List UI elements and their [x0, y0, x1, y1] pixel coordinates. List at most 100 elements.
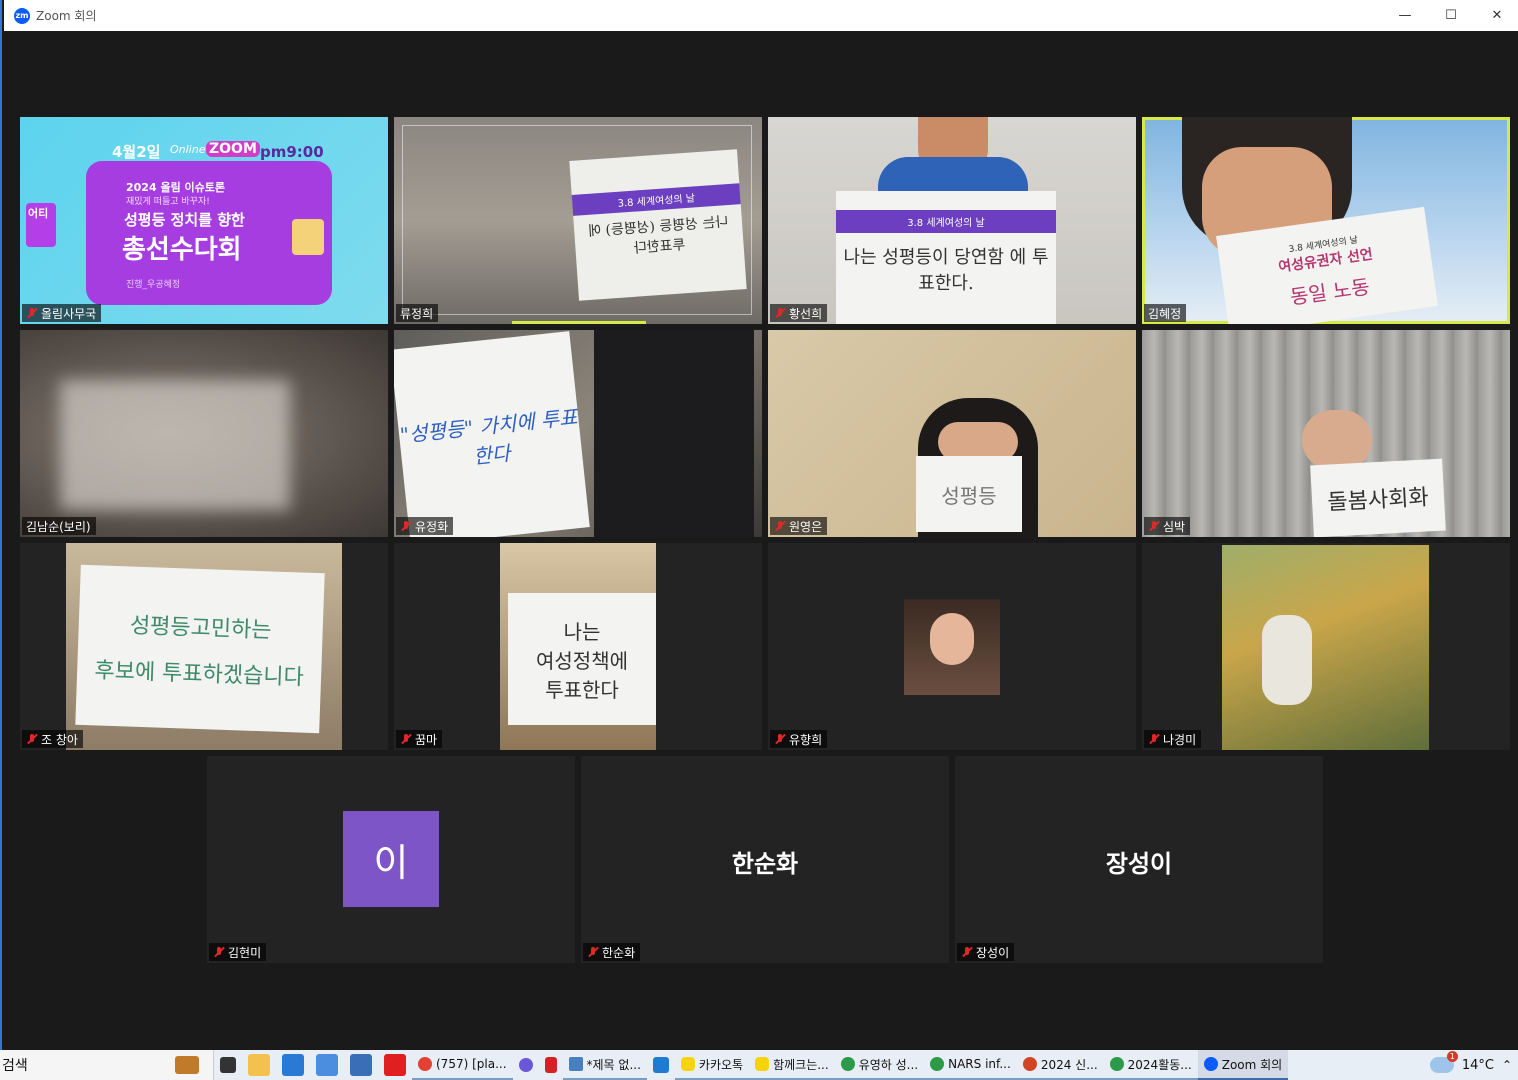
- video-tile[interactable]: 돌봄사회화 심박: [1142, 330, 1510, 537]
- close-button[interactable]: ✕: [1474, 0, 1518, 31]
- zoom-logo-icon: zm: [14, 7, 30, 24]
- participant-name: 유정화: [415, 519, 449, 534]
- muted-mic-icon: [1148, 520, 1160, 532]
- chrome-icon: [1109, 1057, 1124, 1071]
- apps-icon[interactable]: [316, 1054, 338, 1076]
- video-tile[interactable]: 3.8 세계여성의 날 나는 성평등 (성평등) 에 투표한다 류정희: [394, 117, 762, 324]
- sign-text-line-2: 여성정책에: [536, 648, 628, 673]
- participant-name: 김혜정: [1148, 306, 1182, 321]
- taskbar-item[interactable]: NARS inf...: [924, 1050, 1017, 1080]
- muted-mic-icon: [961, 946, 973, 958]
- participant-name-tag: 김남순(보리): [22, 517, 96, 535]
- participant-name-tag: 심박: [1144, 517, 1191, 535]
- taskbar-search[interactable]: 검색: [0, 1050, 214, 1080]
- window-controls: — ☐ ✕: [1382, 0, 1518, 31]
- participant-name-tag: 류정희: [396, 304, 439, 322]
- taskbar-item-label: NARS inf...: [948, 1057, 1011, 1071]
- store-icon[interactable]: [282, 1054, 304, 1076]
- mail-icon[interactable]: [350, 1054, 372, 1076]
- muted-mic-icon: [587, 946, 599, 958]
- video-tile[interactable]: 유향희: [768, 543, 1136, 750]
- chrome-icon: [930, 1057, 945, 1071]
- muted-mic-icon: [213, 946, 225, 958]
- muted-mic-icon: [26, 307, 38, 319]
- poster-online: Online: [170, 143, 206, 156]
- participant-name: 심박: [1163, 519, 1186, 534]
- poster-card: 2024 올림 이슈토론 재밌게 떠들고 바꾸자! 성평등 정치를 향한 총선수…: [86, 161, 332, 305]
- video-gallery: 어티 4월2일 Online ZOOM pm9:00 2024 올림 이슈토론 …: [4, 31, 1518, 1050]
- taskbar-item-label: Zoom 회의: [1221, 1057, 1283, 1072]
- taskbar-item[interactable]: 2024활동...: [1103, 1050, 1198, 1080]
- video-tile[interactable]: 성평등 원영은: [768, 330, 1136, 537]
- minimize-button[interactable]: —: [1382, 0, 1428, 31]
- taskbar-item[interactable]: (757) [pla...: [412, 1050, 513, 1080]
- video-tile[interactable]: 이 김현미: [207, 756, 575, 963]
- taskbar-item[interactable]: 2024 신...: [1016, 1050, 1104, 1080]
- taskbar-item-label: 2024 신...: [1040, 1057, 1098, 1072]
- participant-name-tag: 조 창아: [22, 730, 83, 748]
- taskbar-item-label: 카카오톡: [698, 1057, 744, 1072]
- file-explorer-icon[interactable]: [248, 1054, 270, 1076]
- netflix-icon[interactable]: [544, 1057, 557, 1073]
- taskbar-item-label: *제목 없...: [586, 1057, 641, 1072]
- profile-picture-painting: [1222, 545, 1429, 750]
- poster-line-4: 총선수다회: [122, 235, 242, 265]
- taskbar-item[interactable]: 함께크는...: [749, 1050, 835, 1080]
- profile-picture: [904, 599, 1000, 695]
- video-tile-active-speaker[interactable]: 3.8 세계여성의 날 여성유권자 선언 동일 노동 김혜정: [1142, 117, 1510, 324]
- youtube-icon[interactable]: [384, 1054, 406, 1076]
- video-tile[interactable]: 장성이 장성이: [955, 756, 1323, 963]
- maximize-button[interactable]: ☐: [1428, 0, 1474, 31]
- taskbar-item[interactable]: *제목 없...: [562, 1050, 647, 1080]
- video-tile[interactable]: 나경미: [1142, 543, 1510, 750]
- video-tile[interactable]: "성평등" 가치에 투표한다 유정화: [394, 330, 762, 537]
- participant-name: 올림사무국: [41, 306, 97, 321]
- avatar: 이: [343, 811, 439, 907]
- window-title: Zoom 회의: [36, 9, 97, 23]
- participant-face: [1302, 410, 1372, 470]
- task-view-icon[interactable]: [220, 1057, 236, 1073]
- painting-figure: [1262, 615, 1312, 705]
- taskbar-item[interactable]: 유영하 성...: [834, 1050, 925, 1080]
- taskbar-item-active[interactable]: Zoom 회의: [1197, 1050, 1289, 1080]
- participant-name-tag: 김혜정: [1144, 304, 1187, 322]
- video-tile[interactable]: 어티 4월2일 Online ZOOM pm9:00 2024 올림 이슈토론 …: [20, 117, 388, 324]
- video-tile[interactable]: 한순화 한순화: [581, 756, 949, 963]
- kakaotalk-icon: [680, 1057, 695, 1071]
- poster-line-5: 진행_우공혜정: [126, 280, 181, 290]
- poster-line-2: 재밌게 떠들고 바꾸자!: [126, 197, 210, 207]
- snipping-tool-icon[interactable]: [652, 1057, 669, 1073]
- poster-time: pm9:00: [260, 143, 324, 161]
- briefcase-icon: [175, 1056, 199, 1074]
- participant-name: 황선희: [789, 306, 823, 321]
- held-sign: 3.8 세계여성의 날 나는 성평등이 당연함 에 투표한다.: [836, 191, 1056, 324]
- participant-name: 원영은: [789, 519, 823, 534]
- video-tile[interactable]: 3.8 세계여성의 날 나는 성평등이 당연함 에 투표한다. 황선희: [768, 117, 1136, 324]
- video-tile[interactable]: 성평등고민하는 후보에 투표하겠습니다 조 창아: [20, 543, 388, 750]
- participant-display-name: 한순화: [731, 850, 799, 878]
- poster-side-label: 어티: [26, 203, 56, 247]
- muted-mic-icon: [1148, 733, 1160, 745]
- poster-date: 4월2일: [112, 143, 161, 161]
- assistant-icon[interactable]: [518, 1058, 533, 1072]
- muted-mic-icon: [774, 733, 786, 745]
- participant-display-name: 장성이: [1105, 850, 1173, 878]
- chevron-up-icon[interactable]: ⌃: [1502, 1058, 1512, 1072]
- weather-cloud-icon[interactable]: 1: [1429, 1051, 1458, 1073]
- muted-mic-icon: [400, 733, 412, 745]
- taskbar-item[interactable]: 카카오톡: [674, 1050, 750, 1080]
- weather-temperature[interactable]: 14°C: [1462, 1058, 1494, 1073]
- muted-mic-icon: [774, 520, 786, 532]
- held-sign: 성평등: [916, 456, 1022, 532]
- notepad-icon: [568, 1057, 583, 1071]
- video-tile[interactable]: 김남순(보리): [20, 330, 388, 537]
- search-label: 검색: [2, 1058, 28, 1074]
- sign-text-line-1: 나는: [563, 619, 601, 644]
- sign-text: 나는 성평등이 당연함 에 투표한다.: [843, 247, 1049, 294]
- participant-name-tag: 올림사무국: [22, 304, 102, 322]
- weather-badge: 1: [1446, 1051, 1458, 1062]
- video-tile[interactable]: 나는 여성정책에 투표한다 꿈마: [394, 543, 762, 750]
- participant-name: 한순화: [602, 945, 636, 960]
- participant-name: 조 창아: [41, 732, 78, 747]
- sign-text-line-3: 투표한다: [545, 677, 619, 702]
